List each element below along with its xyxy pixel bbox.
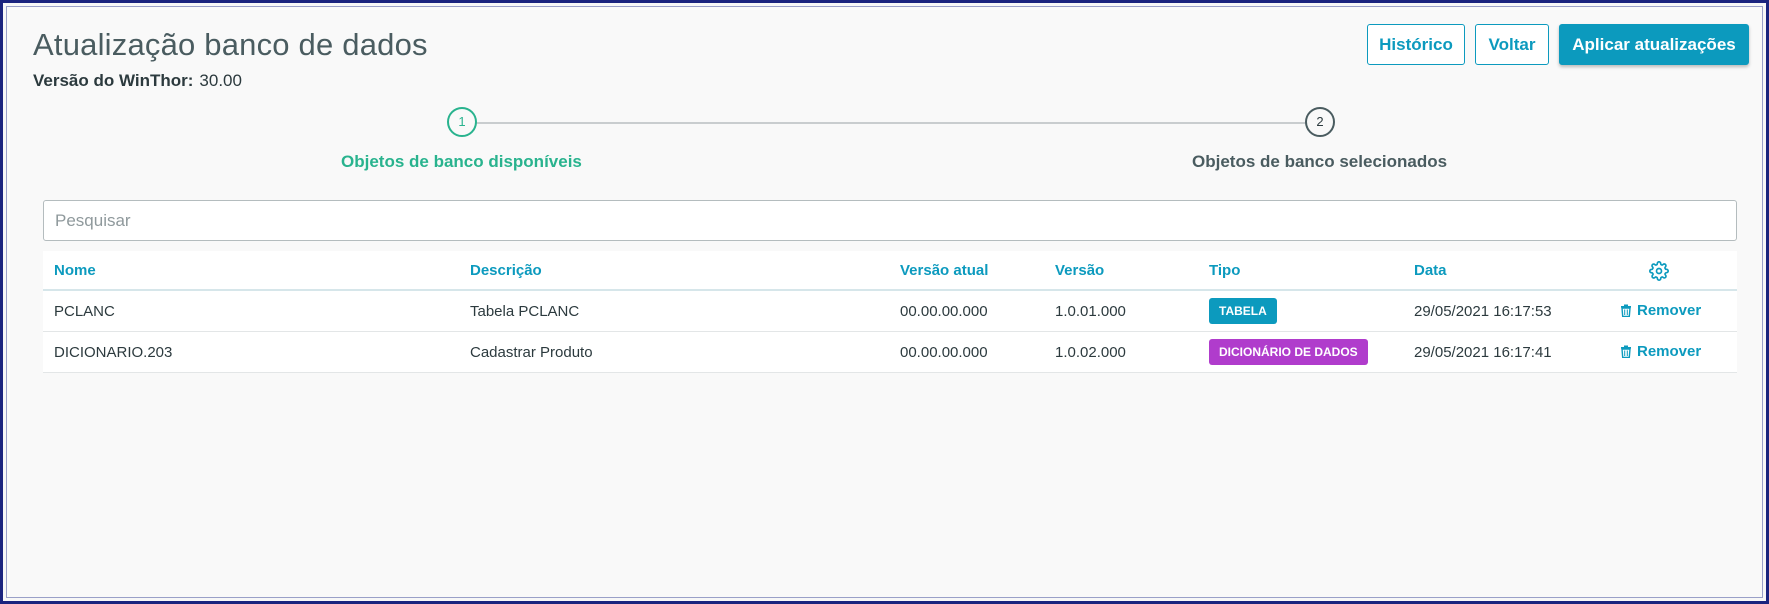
remover-label: Remover	[1637, 302, 1702, 319]
column-header-tipo[interactable]: Tipo	[1209, 262, 1240, 279]
page-container: Atualização banco de dados Versão do Win…	[6, 6, 1763, 598]
gear-icon[interactable]	[1649, 261, 1669, 281]
table-row[interactable]: DICIONARIO.203 Cadastrar Produto 00.00.0…	[43, 332, 1737, 373]
step-1-label[interactable]: Objetos de banco disponíveis	[341, 152, 582, 172]
column-header-descricao[interactable]: Descrição	[470, 262, 542, 279]
table-header: Nome Descrição Versão atual Versão Tipo …	[43, 251, 1737, 291]
page-title: Atualização banco de dados	[33, 27, 428, 62]
window-frame: Atualização banco de dados Versão do Win…	[0, 0, 1769, 604]
column-header-data[interactable]: Data	[1414, 262, 1447, 279]
tipo-badge: TABELA	[1209, 298, 1277, 324]
cell-data: 29/05/2021 16:17:41	[1414, 344, 1552, 361]
step-2-indicator[interactable]: 2	[1305, 107, 1335, 137]
column-header-nome[interactable]: Nome	[54, 262, 96, 279]
cell-nome: DICIONARIO.203	[54, 344, 173, 361]
objects-table: Nome Descrição Versão atual Versão Tipo …	[43, 251, 1737, 373]
trash-icon	[1621, 304, 1631, 317]
cell-versao: 1.0.02.000	[1055, 344, 1126, 361]
cell-versao: 1.0.01.000	[1055, 303, 1126, 320]
version-value: 30.00	[199, 71, 242, 90]
cell-versao-atual: 00.00.00.000	[900, 344, 988, 361]
trash-icon	[1621, 345, 1631, 358]
cell-data: 29/05/2021 16:17:53	[1414, 303, 1552, 320]
historico-button[interactable]: Histórico	[1367, 24, 1465, 65]
step-2-label[interactable]: Objetos de banco selecionados	[1192, 152, 1447, 172]
column-header-versao[interactable]: Versão	[1055, 262, 1104, 279]
cell-descricao: Tabela PCLANC	[470, 303, 580, 320]
search-input[interactable]	[43, 200, 1737, 241]
remover-button[interactable]: Remover	[1620, 302, 1701, 319]
cell-descricao: Cadastrar Produto	[470, 344, 593, 361]
voltar-button[interactable]: Voltar	[1475, 24, 1549, 65]
cell-versao-atual: 00.00.00.000	[900, 303, 988, 320]
stepper-connector	[475, 122, 1318, 124]
tipo-badge: DICIONÁRIO DE DADOS	[1209, 339, 1368, 365]
aplicar-atualizacoes-button[interactable]: Aplicar atualizações	[1559, 24, 1749, 65]
remover-label: Remover	[1637, 343, 1702, 360]
column-header-versao-atual[interactable]: Versão atual	[900, 262, 988, 279]
winthor-version: Versão do WinThor: 30.00	[33, 71, 242, 91]
remover-button[interactable]: Remover	[1620, 343, 1701, 360]
version-label: Versão do WinThor:	[33, 71, 194, 90]
step-1-indicator[interactable]: 1	[447, 107, 477, 137]
table-row[interactable]: PCLANC Tabela PCLANC 00.00.00.000 1.0.01…	[43, 291, 1737, 332]
cell-nome: PCLANC	[54, 303, 115, 320]
